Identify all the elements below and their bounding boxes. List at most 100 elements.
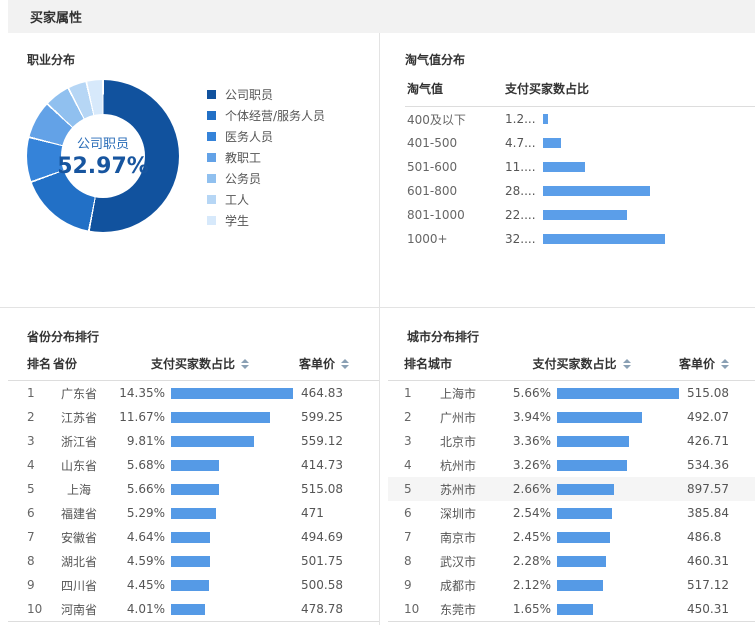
legend-label: 教职工 bbox=[225, 149, 261, 166]
rank-cell: 10 bbox=[8, 602, 53, 616]
price-per-customer-cell: 515.08 bbox=[687, 386, 729, 400]
col-payers-ratio: 支付买家数占比 bbox=[532, 355, 616, 372]
sort-asc-icon bbox=[341, 359, 349, 363]
region-name-cell: 杭州市 bbox=[428, 457, 488, 474]
rank-cell: 2 bbox=[388, 410, 428, 424]
table-row: 8 湖北省 4.59% 501.75 bbox=[8, 549, 379, 573]
table-row: 8 武汉市 2.28% 460.31 bbox=[388, 549, 755, 573]
sort-payers-ratio-control[interactable] bbox=[241, 359, 249, 369]
payers-ratio-bar bbox=[171, 556, 210, 567]
taoqi-row: 601-800 28.... bbox=[405, 179, 755, 203]
taoqi-range-label: 1000+ bbox=[405, 232, 505, 246]
sort-desc-icon bbox=[623, 365, 631, 369]
province-table-body: 1 广东省 14.35% 464.83 2 江苏省 11.67% 599.25 … bbox=[8, 381, 379, 622]
price-per-customer-cell: 515.08 bbox=[301, 482, 343, 496]
col-rank: 排名 bbox=[8, 355, 53, 372]
region-name-cell: 深圳市 bbox=[428, 505, 488, 522]
taoqi-row: 801-1000 22.... bbox=[405, 203, 755, 227]
taoqi-ratio-bar bbox=[543, 186, 650, 196]
occupation-title: 职业分布 bbox=[27, 51, 379, 68]
taoqi-column-header: 淘气值 支付买家数占比 bbox=[405, 80, 755, 107]
legend-item: 医务人员 bbox=[207, 126, 325, 147]
legend-label: 医务人员 bbox=[225, 128, 273, 145]
sort-price-control[interactable] bbox=[341, 359, 349, 369]
region-name-cell: 四川省 bbox=[53, 577, 105, 594]
table-row: 5 苏州市 2.66% 897.57 bbox=[388, 477, 755, 501]
taoqi-col-value: 淘气值 bbox=[405, 80, 505, 97]
sort-payers-ratio-control[interactable] bbox=[623, 359, 631, 369]
legend-swatch-icon bbox=[207, 174, 216, 183]
taoqi-title: 淘气值分布 bbox=[405, 51, 755, 68]
table-row: 6 福建省 5.29% 471 bbox=[8, 501, 379, 525]
payers-ratio-bar bbox=[557, 436, 629, 447]
city-table-body: 1 上海市 5.66% 515.08 2 广州市 3.94% 492.07 3 … bbox=[388, 381, 755, 622]
occupation-donut-chart: 公司职员 52.97% bbox=[27, 80, 179, 232]
city-table-header: 排名 城市 支付买家数占比 客单价 bbox=[388, 355, 755, 381]
payers-ratio-bar bbox=[171, 484, 219, 495]
col-rank: 排名 bbox=[388, 355, 428, 372]
payers-ratio-bar bbox=[171, 508, 216, 519]
payers-ratio-bar bbox=[171, 580, 209, 591]
legend-swatch-icon bbox=[207, 90, 216, 99]
rank-cell: 9 bbox=[388, 578, 428, 592]
taoqi-ratio-bar bbox=[543, 114, 548, 124]
rank-cell: 8 bbox=[8, 554, 53, 568]
taoqi-col-ratio: 支付买家数占比 bbox=[505, 80, 589, 97]
taoqi-range-label: 801-1000 bbox=[405, 208, 505, 222]
legend-swatch-icon bbox=[207, 216, 216, 225]
taoqi-ratio-bar bbox=[543, 234, 665, 244]
payers-ratio-cell: 4.64% bbox=[105, 530, 165, 544]
legend-item: 公务员 bbox=[207, 168, 325, 189]
rank-cell: 1 bbox=[8, 386, 53, 400]
page-title: 买家属性 bbox=[30, 7, 82, 26]
table-row: 2 江苏省 11.67% 599.25 bbox=[8, 405, 379, 429]
region-name-cell: 上海 bbox=[53, 481, 105, 498]
taoqi-ratio-value: 4.7... bbox=[505, 136, 543, 150]
legend-swatch-icon bbox=[207, 153, 216, 162]
donut-center: 公司职员 52.97% bbox=[61, 114, 145, 198]
legend-item: 教职工 bbox=[207, 147, 325, 168]
col-price-per-customer: 客单价 bbox=[299, 355, 335, 372]
sort-price-control[interactable] bbox=[721, 359, 729, 369]
price-per-customer-cell: 478.78 bbox=[301, 602, 343, 616]
rank-cell: 5 bbox=[8, 482, 53, 496]
region-name-cell: 东莞市 bbox=[428, 601, 488, 618]
province-table-header: 排名 省份 支付买家数占比 客单价 bbox=[8, 355, 379, 381]
payers-ratio-bar bbox=[557, 508, 612, 519]
rank-cell: 4 bbox=[388, 458, 428, 472]
taoqi-panel: 淘气值分布 淘气值 支付买家数占比 400及以下 1.2... 401-500 … bbox=[380, 33, 755, 307]
region-name-cell: 广州市 bbox=[428, 409, 488, 426]
price-per-customer-cell: 559.12 bbox=[301, 434, 343, 448]
taoqi-ratio-value: 28.... bbox=[505, 184, 543, 198]
price-per-customer-cell: 464.83 bbox=[301, 386, 343, 400]
payers-ratio-cell: 4.01% bbox=[105, 602, 165, 616]
taoqi-ratio-value: 32.... bbox=[505, 232, 543, 246]
payers-ratio-cell: 2.54% bbox=[488, 506, 551, 520]
region-name-cell: 苏州市 bbox=[428, 481, 488, 498]
price-per-customer-cell: 471 bbox=[301, 506, 324, 520]
city-ranking-panel: 城市分布排行 排名 城市 支付买家数占比 客单价 1 上海市 5.66% 515… bbox=[380, 308, 755, 625]
legend-swatch-icon bbox=[207, 132, 216, 141]
table-row: 10 河南省 4.01% 478.78 bbox=[8, 597, 379, 621]
region-name-cell: 北京市 bbox=[428, 433, 488, 450]
section-header: 买家属性 bbox=[8, 0, 755, 33]
region-name-cell: 福建省 bbox=[53, 505, 105, 522]
rank-cell: 7 bbox=[388, 530, 428, 544]
sort-asc-icon bbox=[721, 359, 729, 363]
payers-ratio-bar bbox=[171, 532, 210, 543]
taoqi-range-label: 601-800 bbox=[405, 184, 505, 198]
region-name-cell: 河南省 bbox=[53, 601, 105, 618]
payers-ratio-cell: 4.45% bbox=[105, 578, 165, 592]
payers-ratio-bar bbox=[171, 436, 254, 447]
rank-cell: 6 bbox=[388, 506, 428, 520]
province-ranking-panel: 省份分布排行 排名 省份 支付买家数占比 客单价 1 广东省 14.35% 46… bbox=[0, 308, 380, 625]
price-per-customer-cell: 500.58 bbox=[301, 578, 343, 592]
taoqi-row: 400及以下 1.2... bbox=[405, 107, 755, 131]
legend-label: 公司职员 bbox=[225, 86, 273, 103]
rank-cell: 1 bbox=[388, 386, 428, 400]
price-per-customer-cell: 534.36 bbox=[687, 458, 729, 472]
table-row: 7 南京市 2.45% 486.8 bbox=[388, 525, 755, 549]
region-name-cell: 江苏省 bbox=[53, 409, 105, 426]
sort-asc-icon bbox=[623, 359, 631, 363]
payers-ratio-bar bbox=[557, 556, 606, 567]
